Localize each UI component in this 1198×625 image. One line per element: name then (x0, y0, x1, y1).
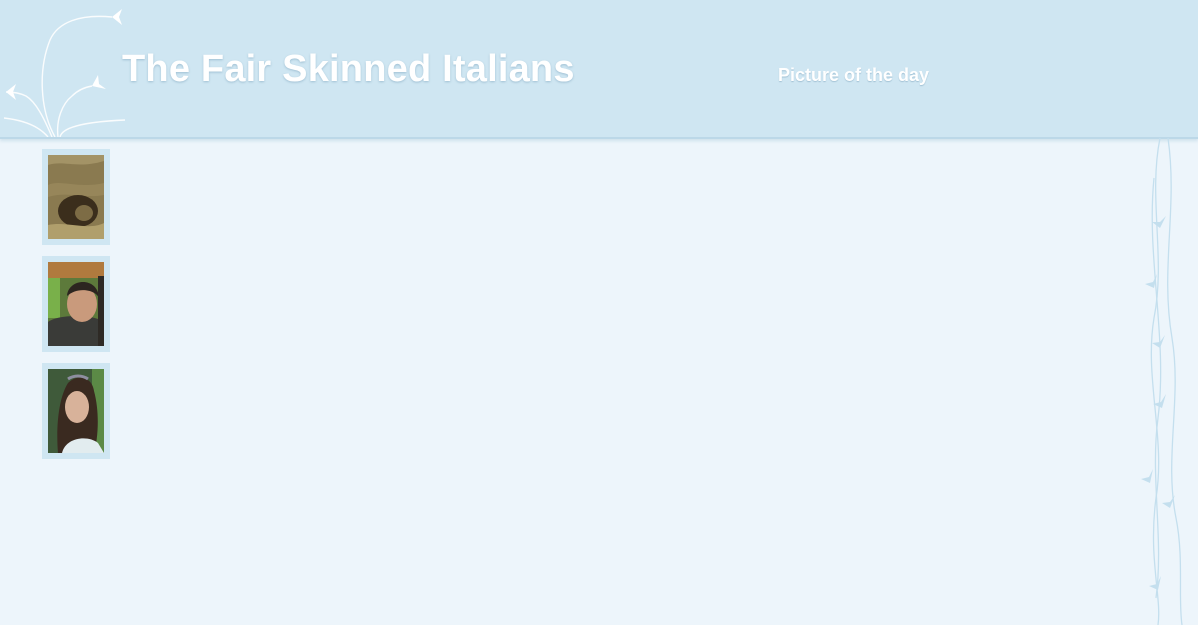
picture-of-the-day-link[interactable]: Picture of the day (778, 65, 929, 86)
thumbnail-ultrasound[interactable] (42, 149, 110, 245)
vine-decoration-icon (1141, 138, 1183, 625)
man-photo (48, 262, 104, 346)
site-header: The Fair Skinned Italians Picture of the… (0, 0, 1198, 139)
thumbnail-woman[interactable] (42, 363, 110, 459)
ultrasound-photo (48, 155, 104, 239)
thumbnail-list (42, 149, 110, 470)
site-title: The Fair Skinned Italians (122, 48, 575, 90)
floral-ornament-icon (3, 9, 126, 137)
thumbnail-man[interactable] (42, 256, 110, 352)
woman-photo (48, 369, 104, 453)
